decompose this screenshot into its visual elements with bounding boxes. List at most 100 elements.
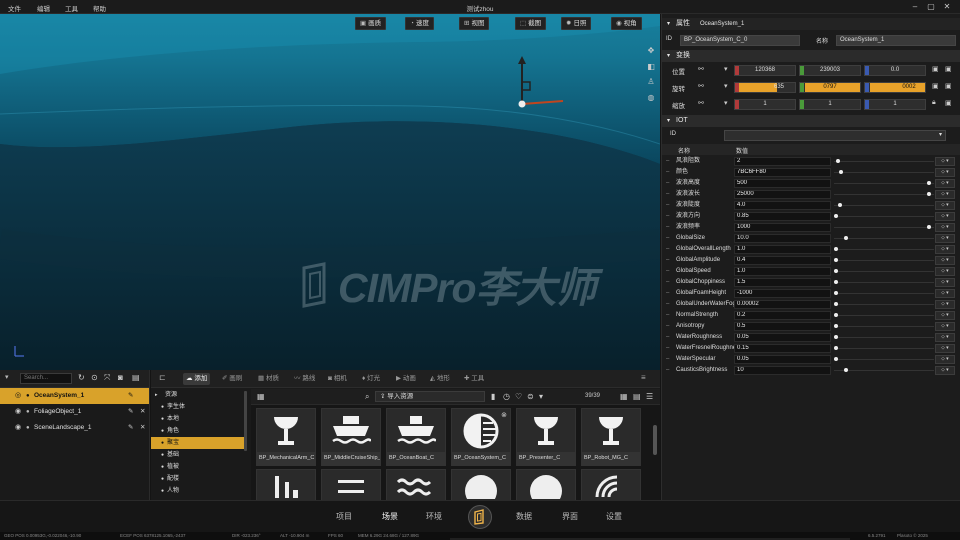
reset-icon[interactable]: ▣ bbox=[932, 65, 939, 73]
iot-row-type-select[interactable]: ⬦ ▾ bbox=[935, 201, 955, 210]
iot-row-type-select[interactable]: ⬦ ▾ bbox=[935, 278, 955, 287]
iot-row-slider[interactable] bbox=[834, 271, 934, 272]
iot-row-slider[interactable] bbox=[834, 348, 934, 349]
category-item-selected[interactable]: ● 聚宝 bbox=[151, 437, 247, 449]
visibility-icon[interactable]: ◉ bbox=[15, 420, 21, 436]
category-root[interactable]: ▸ 资源 bbox=[151, 389, 247, 401]
asset-card-partial[interactable] bbox=[581, 469, 641, 501]
rotation-y-field[interactable]: 0797 bbox=[799, 82, 861, 93]
slider-handle[interactable] bbox=[834, 291, 838, 295]
iot-row-type-select[interactable]: ⬦ ▾ bbox=[935, 355, 955, 364]
nav-data[interactable]: 数据 bbox=[516, 511, 532, 522]
scale-y-field[interactable]: 1 bbox=[799, 99, 861, 110]
iot-row-value-input[interactable]: 2 bbox=[734, 157, 831, 166]
iot-row-value-input[interactable]: -1000 bbox=[734, 289, 831, 298]
slider-handle[interactable] bbox=[838, 203, 842, 207]
iot-section-header[interactable]: ▾ IOT bbox=[662, 115, 960, 127]
slider-handle[interactable] bbox=[834, 269, 838, 273]
lock-icon[interactable]: ⚯ bbox=[698, 99, 704, 107]
iot-row-value-input[interactable]: 1000 bbox=[734, 223, 831, 232]
iot-row-value-input[interactable]: 10.0 bbox=[734, 234, 831, 243]
globe-icon[interactable]: ◍ bbox=[645, 92, 657, 104]
category-item[interactable]: ● 角色 bbox=[151, 425, 247, 437]
slider-handle[interactable] bbox=[927, 181, 931, 185]
iot-row-slider[interactable] bbox=[834, 326, 934, 327]
nav-environment[interactable]: 环境 bbox=[426, 511, 442, 522]
iot-row-slider[interactable] bbox=[834, 359, 934, 360]
slider-handle[interactable] bbox=[834, 280, 838, 284]
screenshot-button[interactable]: ⬚ 截图 bbox=[515, 17, 547, 30]
tab-light[interactable]: ♦ 灯光 bbox=[359, 373, 383, 385]
asset-card[interactable]: BP_Presenter_C bbox=[516, 408, 576, 466]
slider-handle[interactable] bbox=[927, 225, 931, 229]
edit-icon[interactable]: ✎ bbox=[128, 404, 133, 420]
viewpoint-button[interactable]: ◉ 视角 bbox=[611, 17, 642, 30]
iot-row-type-select[interactable]: ⬦ ▾ bbox=[935, 333, 955, 342]
iot-row-value-input[interactable]: 0.00002 bbox=[734, 300, 831, 309]
iot-row-value-input[interactable]: 7BC6FF80 bbox=[734, 168, 831, 177]
asset-card-partial[interactable] bbox=[386, 469, 446, 501]
reset-icon[interactable]: ▣ bbox=[932, 82, 939, 90]
slider-handle[interactable] bbox=[834, 357, 838, 361]
scrollbar[interactable] bbox=[653, 425, 657, 455]
iot-row-value-input[interactable]: 25000 bbox=[734, 190, 831, 199]
refresh-icon[interactable]: ↻ bbox=[78, 373, 85, 382]
grid-view-icon[interactable]: ▦ bbox=[257, 392, 265, 401]
iot-row-slider[interactable] bbox=[834, 304, 934, 305]
iot-row-slider[interactable] bbox=[834, 293, 934, 294]
edit-icon[interactable]: ✎ bbox=[128, 420, 133, 436]
iot-row-value-input[interactable]: 1.5 bbox=[734, 278, 831, 287]
category-item[interactable]: ● 本地 bbox=[151, 413, 247, 425]
nav-scene[interactable]: 场景 bbox=[382, 511, 398, 522]
person-icon[interactable]: ♙ bbox=[645, 76, 657, 88]
iot-row-slider[interactable] bbox=[834, 249, 934, 250]
lock-icon[interactable]: 🔒︎ bbox=[932, 99, 936, 107]
speed-button[interactable]: ◔ 速度 bbox=[405, 17, 434, 30]
visibility-icon[interactable]: ◉ bbox=[15, 404, 21, 420]
import-asset-button[interactable]: ⇪ 导入资源 bbox=[375, 391, 485, 402]
scrollbar[interactable] bbox=[244, 391, 247, 451]
copy-icon[interactable]: ▣ bbox=[945, 65, 952, 73]
axis-toggle-icon[interactable]: ▾ bbox=[724, 99, 728, 107]
iot-row-value-input[interactable]: 10 bbox=[734, 366, 831, 375]
small-grid-icon[interactable]: ▤ bbox=[633, 392, 641, 401]
iot-row-value-input[interactable]: 0.5 bbox=[734, 322, 831, 331]
iot-row-slider[interactable] bbox=[834, 194, 934, 195]
slider-handle[interactable] bbox=[834, 346, 838, 350]
copy-icon[interactable]: ▣ bbox=[945, 82, 952, 90]
slider-handle[interactable] bbox=[839, 170, 843, 174]
delete-icon[interactable]: ✕ bbox=[140, 404, 145, 420]
position-y-field[interactable]: 239003 bbox=[799, 65, 861, 76]
nav-project[interactable]: 项目 bbox=[336, 511, 352, 522]
iot-row-type-select[interactable]: ⬦ ▾ bbox=[935, 366, 955, 375]
iot-row-slider[interactable] bbox=[834, 183, 934, 184]
iot-row-value-input[interactable]: 0.05 bbox=[734, 333, 831, 342]
iot-row-value-input[interactable]: 4.0 bbox=[734, 201, 831, 210]
slider-handle[interactable] bbox=[834, 258, 838, 262]
iot-row-type-select[interactable]: ⬦ ▾ bbox=[935, 179, 955, 188]
position-x-field[interactable]: 120368 bbox=[734, 65, 796, 76]
collapse-icon[interactable]: ▾ bbox=[667, 18, 670, 30]
asset-card[interactable]: BP_OceanSystem_C ⊗ bbox=[451, 408, 511, 466]
category-item[interactable]: ● 孪生体 bbox=[151, 401, 247, 413]
visibility-icon[interactable]: ◎ bbox=[15, 388, 21, 404]
position-z-field[interactable]: 0.0 bbox=[864, 65, 926, 76]
iot-row-slider[interactable] bbox=[834, 370, 934, 371]
slider-handle[interactable] bbox=[834, 313, 838, 317]
tab-route[interactable]: 〰 路线 bbox=[291, 373, 318, 385]
asset-card-partial[interactable] bbox=[451, 469, 511, 501]
iot-row-type-select[interactable]: ⬦ ▾ bbox=[935, 344, 955, 353]
collapse-all-icon[interactable]: ⤧ bbox=[104, 373, 110, 383]
tab-animation[interactable]: ▶ 动画 bbox=[393, 373, 419, 385]
camera-icon[interactable]: ◙ bbox=[118, 373, 123, 382]
lock-icon[interactable]: ⚯ bbox=[698, 82, 704, 90]
iot-row-type-select[interactable]: ⬦ ▾ bbox=[935, 256, 955, 265]
tab-camera[interactable]: ◙ 相机 bbox=[325, 373, 350, 385]
delete-icon[interactable]: ▮ bbox=[491, 392, 495, 401]
iot-row-slider[interactable] bbox=[834, 282, 934, 283]
outliner-item-landscape[interactable]: ◉ ● SceneLandscape_1 ✎ ✕ bbox=[0, 420, 149, 436]
scale-x-field[interactable]: 1 bbox=[734, 99, 796, 110]
axis-toggle-icon[interactable]: ▾ bbox=[724, 65, 728, 73]
iot-row-value-input[interactable]: 0.2 bbox=[734, 311, 831, 320]
iot-row-type-select[interactable]: ⬦ ▾ bbox=[935, 157, 955, 166]
